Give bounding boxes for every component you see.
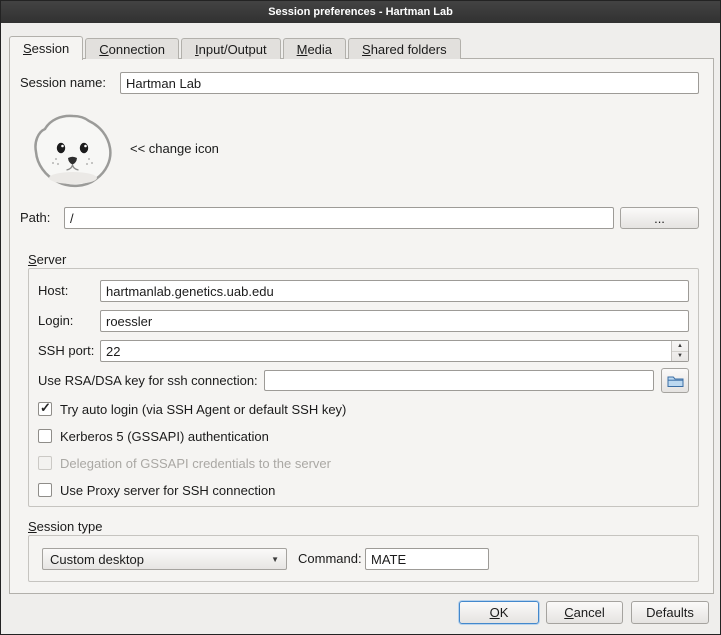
session-name-input[interactable] <box>120 72 699 94</box>
host-label: Host: <box>38 280 68 302</box>
cancel-button-label: Cancel <box>564 605 604 620</box>
checkbox-auto-login-box[interactable]: ✓ <box>38 402 52 416</box>
session-icon-button[interactable] <box>28 112 118 192</box>
tab-bar: Session Connection Input/Output Media Sh… <box>9 35 463 59</box>
ok-button[interactable]: OK <box>459 601 539 624</box>
checkbox-proxy-label: Use Proxy server for SSH connection <box>60 483 275 498</box>
session-tab-panel: Session name: << change icon Path: <box>9 58 714 594</box>
session-icon <box>28 112 118 192</box>
tab-connection-label: Connection <box>99 42 165 57</box>
tab-connection[interactable]: Connection <box>85 38 179 59</box>
dialog-title: Session preferences - Hartman Lab <box>268 6 453 18</box>
session-type-dropdown-value: Custom desktop <box>50 552 144 567</box>
checkbox-kerberos[interactable]: ✓ Kerberos 5 (GSSAPI) authentication <box>38 427 269 445</box>
ssh-port-input[interactable] <box>100 340 689 362</box>
tab-shared-folders-label: Shared folders <box>362 42 447 57</box>
tab-session-label: Session <box>23 41 69 56</box>
ok-button-label: OK <box>490 605 509 620</box>
command-input[interactable] <box>365 548 489 570</box>
path-browse-label: ... <box>654 211 665 226</box>
checkbox-gssapi-delegation-box: ✓ <box>38 456 52 470</box>
rsa-key-browse-button[interactable] <box>661 368 689 393</box>
tab-media[interactable]: Media <box>283 38 346 59</box>
spin-up-icon[interactable]: ▲ <box>672 341 688 352</box>
login-label: Login: <box>38 310 73 332</box>
session-preferences-dialog: Session preferences - Hartman Lab Sessio… <box>0 0 721 635</box>
rsa-key-input[interactable] <box>264 370 654 391</box>
folder-icon <box>667 374 684 388</box>
command-label: Command: <box>298 548 362 570</box>
change-icon-label: << change icon <box>130 141 219 157</box>
defaults-button-label: Defaults <box>646 605 694 620</box>
dialog-titlebar: Session preferences - Hartman Lab <box>1 1 720 23</box>
tab-media-label: Media <box>297 42 332 57</box>
checkbox-proxy[interactable]: ✓ Use Proxy server for SSH connection <box>38 481 275 499</box>
session-type-dropdown[interactable]: Custom desktop ▼ <box>42 548 287 570</box>
path-input[interactable] <box>64 207 614 229</box>
session-name-label: Session name: <box>20 72 106 94</box>
checkbox-auto-login-label: Try auto login (via SSH Agent or default… <box>60 402 346 417</box>
checkbox-proxy-box[interactable]: ✓ <box>38 483 52 497</box>
tab-session[interactable]: Session <box>9 36 83 60</box>
checkmark-icon: ✓ <box>40 400 51 416</box>
ssh-port-spin-buttons: ▲ ▼ <box>671 341 688 361</box>
dropdown-arrow-icon: ▼ <box>263 555 279 564</box>
defaults-button[interactable]: Defaults <box>631 601 709 624</box>
path-label: Path: <box>20 207 50 229</box>
path-browse-button[interactable]: ... <box>620 207 699 229</box>
ssh-port-spinbox: ▲ ▼ <box>100 340 689 362</box>
tab-input-output-label: Input/Output <box>195 42 267 57</box>
checkbox-auto-login[interactable]: ✓ Try auto login (via SSH Agent or defau… <box>38 400 346 418</box>
checkbox-kerberos-label: Kerberos 5 (GSSAPI) authentication <box>60 429 269 444</box>
checkbox-kerberos-box[interactable]: ✓ <box>38 429 52 443</box>
checkbox-gssapi-delegation-label: Delegation of GSSAPI credentials to the … <box>60 456 331 471</box>
tab-shared-folders[interactable]: Shared folders <box>348 38 461 59</box>
cancel-button[interactable]: Cancel <box>546 601 623 624</box>
rsa-key-label: Use RSA/DSA key for ssh connection: <box>38 370 258 392</box>
login-input[interactable] <box>100 310 689 332</box>
spin-down-icon[interactable]: ▼ <box>672 352 688 362</box>
host-input[interactable] <box>100 280 689 302</box>
tab-input-output[interactable]: Input/Output <box>181 38 281 59</box>
checkbox-gssapi-delegation: ✓ Delegation of GSSAPI credentials to th… <box>38 454 331 472</box>
ssh-port-label: SSH port: <box>38 340 94 362</box>
